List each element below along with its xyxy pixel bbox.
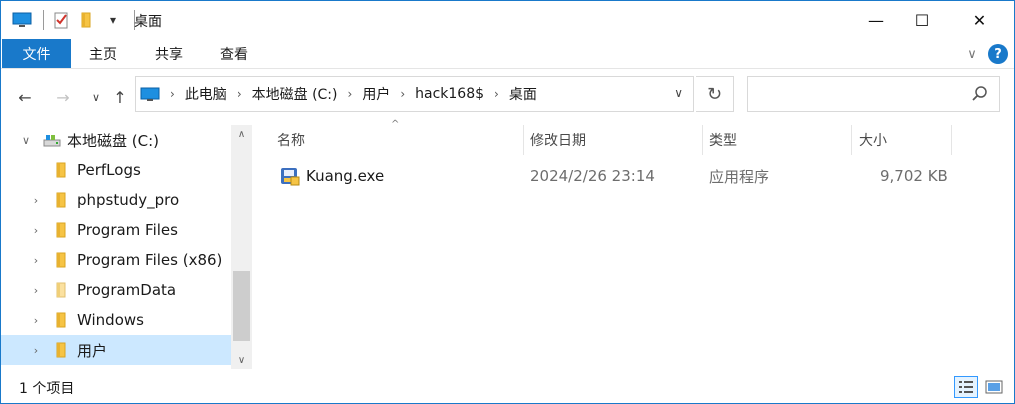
file-list: 名称 ^ 修改日期 类型 大小 Kuang.exe 2024/2/26 23:1… xyxy=(253,119,1014,369)
tree-item-label: 本地磁盘 (C:) xyxy=(67,131,159,150)
sort-ascending-icon: ^ xyxy=(391,119,400,130)
file-row[interactable]: Kuang.exe 2024/2/26 23:14 应用程序 9,702 KB xyxy=(253,161,1014,191)
minimize-button[interactable]: — xyxy=(853,1,899,39)
window-pc-icon xyxy=(11,9,33,31)
file-type: 应用程序 xyxy=(709,167,770,186)
tree-item-programdata[interactable]: › ProgramData xyxy=(1,275,231,305)
forward-arrow-icon[interactable]: → xyxy=(51,83,75,111)
window-title: 桌面 xyxy=(134,14,162,30)
tab-share[interactable]: 共享 xyxy=(137,39,201,68)
qat-dropdown-icon[interactable]: ▾ xyxy=(102,9,124,31)
details-view-icon[interactable] xyxy=(954,376,978,398)
expand-ribbon-chevron-icon[interactable]: ∨ xyxy=(963,45,981,63)
tree-item-phpstudy-pro[interactable]: › phpstudy_pro xyxy=(1,185,231,215)
folder-icon xyxy=(53,192,69,208)
help-icon[interactable]: ? xyxy=(988,44,1008,64)
column-divider[interactable] xyxy=(951,125,952,155)
column-header-modified[interactable]: 修改日期 xyxy=(530,125,586,155)
tree-item-program-files[interactable]: › Program Files xyxy=(1,215,231,245)
collapsed-chevron-icon[interactable]: › xyxy=(29,343,43,357)
file-modified: 2024/2/26 23:14 xyxy=(530,167,655,185)
folder-icon xyxy=(53,222,69,238)
folder-icon xyxy=(53,252,69,268)
tree-item-label: 用户 xyxy=(77,341,108,360)
search-input[interactable] xyxy=(747,76,1000,112)
close-button[interactable]: ✕ xyxy=(945,1,1014,39)
tree-item-label: ProgramData xyxy=(77,281,177,299)
drive-icon xyxy=(43,132,61,148)
tree-item-label: PerfLogs xyxy=(77,161,141,179)
tree-item-label: Program Files xyxy=(77,221,178,239)
ribbon-tabs: 文件 主页 共享 查看 ∨ ? xyxy=(1,39,1014,69)
column-divider[interactable] xyxy=(851,125,852,155)
large-icons-view-icon[interactable] xyxy=(982,376,1006,398)
up-arrow-icon[interactable]: ↑ xyxy=(108,83,132,111)
tab-home[interactable]: 主页 xyxy=(73,39,133,68)
file-size: 9,702 KB xyxy=(880,167,948,185)
address-dropdown-icon[interactable]: ∨ xyxy=(674,86,683,100)
collapsed-chevron-icon[interactable]: › xyxy=(29,283,43,297)
refresh-icon[interactable]: ↻ xyxy=(696,76,734,112)
tree-item-windows[interactable]: › Windows xyxy=(1,305,231,335)
column-header-type[interactable]: 类型 xyxy=(709,125,737,155)
tree-item-local-disk[interactable]: ∨ 本地磁盘 (C:) xyxy=(1,125,231,155)
title-bar: ▾ 桌面 — ☐ ✕ xyxy=(1,1,1014,39)
recent-locations-chevron-icon[interactable]: ∨ xyxy=(84,83,108,111)
navigation-bar: ← → ∨ ↑ › 此电脑 › 本地磁盘 (C:) › 用户 › hack168… xyxy=(1,69,1014,125)
tree-item-label: Program Files (x86) xyxy=(77,251,223,269)
breadcrumb-separator[interactable]: › xyxy=(348,87,353,101)
collapsed-chevron-icon[interactable]: › xyxy=(29,193,43,207)
folder-icon xyxy=(53,282,69,298)
scrollbar-thumb[interactable] xyxy=(233,271,250,341)
tree-item-label: Windows xyxy=(77,311,144,329)
breadcrumb-desktop[interactable]: 桌面 xyxy=(509,84,537,104)
breadcrumb-user-account[interactable]: hack168$ xyxy=(415,86,484,102)
search-icon[interactable] xyxy=(971,85,989,103)
file-name[interactable]: Kuang.exe xyxy=(306,161,384,191)
back-arrow-icon[interactable]: ← xyxy=(13,83,37,111)
item-count: 1 个项目 xyxy=(19,381,75,397)
breadcrumb-users[interactable]: 用户 xyxy=(362,84,390,104)
properties-icon[interactable] xyxy=(50,9,72,31)
scroll-up-icon[interactable]: ∧ xyxy=(231,125,252,143)
qat-separator xyxy=(43,10,44,30)
column-divider[interactable] xyxy=(523,125,524,155)
breadcrumb-separator[interactable]: › xyxy=(170,87,175,101)
new-folder-icon[interactable] xyxy=(76,9,98,31)
collapsed-chevron-icon[interactable]: › xyxy=(29,223,43,237)
scroll-down-icon[interactable]: ∨ xyxy=(231,351,252,369)
exe-setup-icon xyxy=(279,161,301,191)
collapsed-chevron-icon[interactable]: › xyxy=(29,253,43,267)
breadcrumb-separator[interactable]: › xyxy=(237,87,242,101)
navigation-pane-scrollbar[interactable]: ∧ ∨ xyxy=(231,125,252,369)
column-header-name[interactable]: 名称 xyxy=(277,125,305,155)
navigation-pane: ∨ 本地磁盘 (C:) PerfLogs › phpstudy_pro › Pr… xyxy=(1,125,231,365)
tab-view[interactable]: 查看 xyxy=(204,39,264,68)
expanded-chevron-icon[interactable]: ∨ xyxy=(19,133,33,147)
address-bar[interactable]: › 此电脑 › 本地磁盘 (C:) › 用户 › hack168$ › 桌面 ∨ xyxy=(135,76,694,112)
explorer-window: ▾ 桌面 — ☐ ✕ 文件 主页 共享 查看 ∨ ? ← → ∨ ↑ › 此电脑… xyxy=(0,0,1015,404)
breadcrumb-separator[interactable]: › xyxy=(400,87,405,101)
folder-icon xyxy=(53,162,69,178)
tree-item-program-files-x86[interactable]: › Program Files (x86) xyxy=(1,245,231,275)
breadcrumb-separator[interactable]: › xyxy=(494,87,499,101)
quick-access-toolbar: ▾ xyxy=(11,9,141,31)
folder-icon xyxy=(53,312,69,328)
tree-item-label: phpstudy_pro xyxy=(77,191,180,209)
maximize-button[interactable]: ☐ xyxy=(899,1,945,39)
tree-item-users[interactable]: › 用户 xyxy=(1,335,231,365)
status-bar: 1 个项目 xyxy=(1,371,1014,403)
folder-icon xyxy=(53,342,69,358)
breadcrumb-local-disk[interactable]: 本地磁盘 (C:) xyxy=(252,84,338,104)
column-divider[interactable] xyxy=(702,125,703,155)
column-header-size[interactable]: 大小 xyxy=(859,125,887,155)
this-pc-icon xyxy=(140,86,160,102)
tree-item-perflogs[interactable]: PerfLogs xyxy=(1,155,231,185)
breadcrumb-this-pc[interactable]: 此电脑 xyxy=(185,84,227,104)
tab-file[interactable]: 文件 xyxy=(2,39,71,68)
collapsed-chevron-icon[interactable]: › xyxy=(29,313,43,327)
